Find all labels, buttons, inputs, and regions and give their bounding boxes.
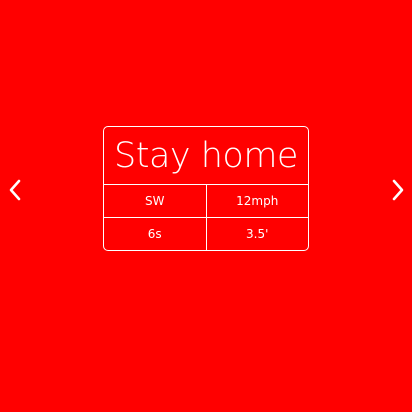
card-title: Stay home [104, 127, 308, 185]
wind-direction: SW [145, 194, 165, 208]
swell-period: 6s [147, 227, 162, 241]
chevron-left-icon [7, 178, 23, 202]
screen: Stay home SW 12mph 6s 3.5' [0, 0, 412, 412]
wind-speed: 12mph [205, 185, 309, 217]
forecast-card: Stay home SW 12mph 6s 3.5' [103, 126, 309, 251]
swell-height: 3.5' [205, 218, 309, 250]
chevron-right-icon [390, 178, 406, 202]
card-row: SW 12mph [104, 185, 308, 217]
previous-button[interactable] [3, 177, 27, 203]
next-button[interactable] [386, 177, 410, 203]
card-row: 6s 3.5' [104, 217, 308, 250]
